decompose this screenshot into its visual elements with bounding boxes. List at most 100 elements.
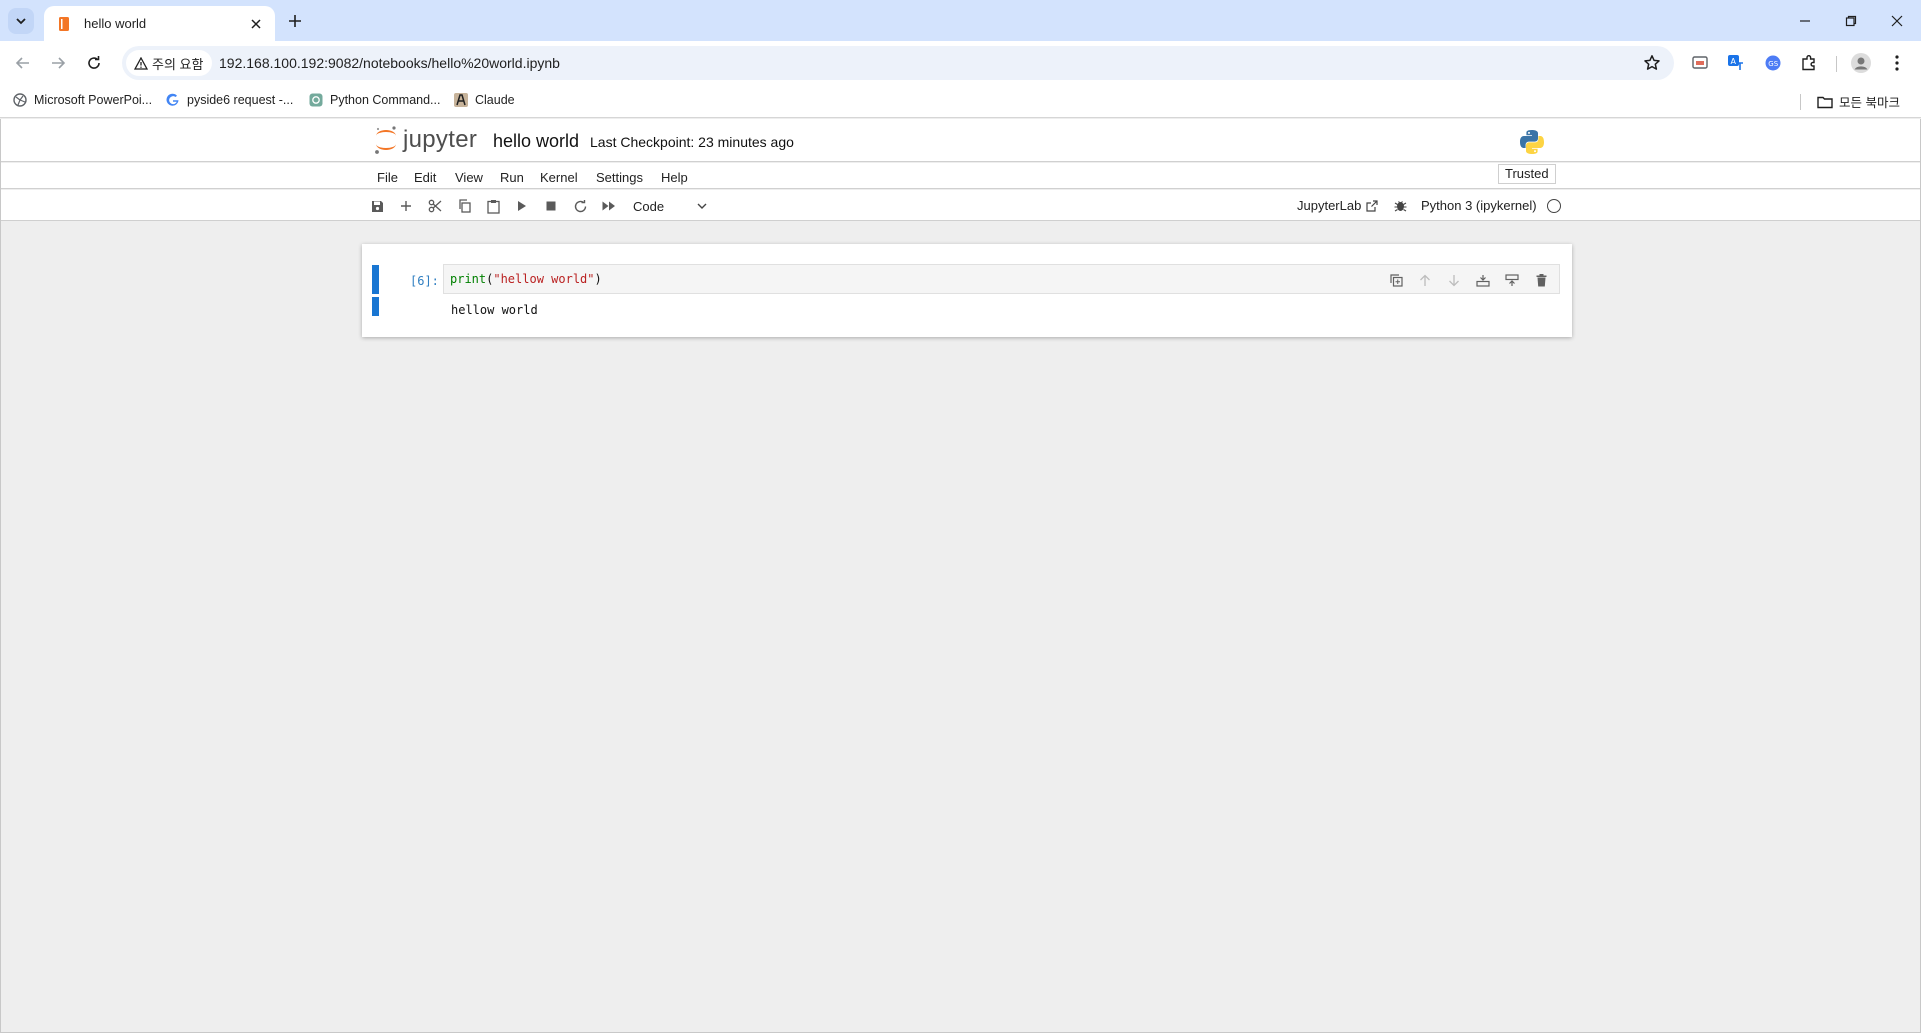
cast-icon: [1692, 56, 1708, 69]
code-string: "hellow world": [493, 272, 595, 286]
stop-icon: [546, 201, 556, 211]
jupyter-logo[interactable]: jupyter: [373, 124, 477, 156]
open-jupyterlab-link[interactable]: JupyterLab: [1297, 198, 1378, 213]
output-collapse-bar[interactable]: [372, 297, 379, 316]
bookmark-item[interactable]: Python Command...: [308, 92, 440, 108]
debugger-bug-icon[interactable]: [1394, 199, 1407, 212]
globe-extension-button[interactable]: GS: [1761, 51, 1785, 75]
trash-icon: [1536, 273, 1546, 286]
security-chip[interactable]: 주의 요함: [126, 50, 213, 76]
minimize-icon: [1800, 19, 1810, 22]
kernel-name[interactable]: Python 3 (ipykernel): [1421, 198, 1537, 213]
duplicate-cell-button[interactable]: [1386, 270, 1406, 290]
minimize-button[interactable]: [1782, 0, 1828, 41]
tab-title: hello world: [84, 16, 147, 31]
claude-icon: [453, 92, 469, 108]
tab-search-button[interactable]: [8, 8, 34, 34]
external-link-icon: [1366, 199, 1378, 212]
paste-button[interactable]: [483, 196, 503, 216]
kebab-menu-icon: [1895, 55, 1899, 71]
security-label: 주의 요함: [152, 56, 204, 72]
chatgpt-icon: [308, 92, 324, 108]
restart-icon: [574, 199, 586, 212]
execution-count-prompt: [6]:: [410, 274, 439, 288]
url-text[interactable]: 192.168.100.192:9082/notebooks/hello%20w…: [219, 55, 560, 71]
all-bookmarks-label: 모든 북마크: [1839, 96, 1900, 110]
arrow-right-icon: [52, 57, 66, 69]
menu-settings[interactable]: Settings: [596, 170, 643, 185]
cell-toolbar: [1386, 270, 1551, 290]
bookmark-item[interactable]: pyside6 request -...: [165, 92, 293, 108]
code-line: print("hellow world"): [450, 272, 602, 286]
menu-file[interactable]: File: [377, 170, 398, 185]
run-button[interactable]: [512, 196, 532, 216]
notebook-title[interactable]: hello world: [493, 131, 579, 152]
svg-text:GS: GS: [1768, 60, 1778, 68]
notebook-toolbar: Code JupyterLab Python 3 (ipykernel): [1, 190, 1920, 221]
forward-button[interactable]: [44, 49, 72, 77]
close-icon[interactable]: [247, 15, 265, 33]
menu-run[interactable]: Run: [500, 170, 524, 185]
fast-forward-icon: [602, 201, 615, 211]
address-bar[interactable]: 주의 요함 192.168.100.192:9082/notebooks/hel…: [122, 46, 1674, 80]
tab-active[interactable]: hello world: [44, 6, 275, 41]
bookmark-label: Python Command...: [330, 93, 441, 107]
bookmark-label: pyside6 request -...: [187, 93, 294, 107]
cell-selection-bar[interactable]: [372, 265, 379, 294]
all-bookmarks-button[interactable]: 모든 북마크: [1817, 92, 1900, 111]
restore-button[interactable]: [1828, 0, 1874, 41]
globe-icon: [12, 92, 28, 108]
cut-button[interactable]: [425, 196, 445, 216]
plus-icon: [401, 201, 411, 211]
bookmark-star-button[interactable]: [1642, 53, 1662, 73]
window-close-button[interactable]: [1874, 0, 1920, 41]
trusted-indicator[interactable]: Trusted: [1498, 164, 1556, 184]
code-paren-close: ): [594, 272, 602, 286]
bookmark-label: Claude: [475, 93, 515, 107]
cast-extension-button[interactable]: [1688, 51, 1712, 75]
bookmark-item[interactable]: Claude: [453, 92, 515, 108]
chrome-menu-button[interactable]: [1885, 51, 1909, 75]
bookmark-label: Microsoft PowerPoi...: [34, 93, 153, 107]
copy-button[interactable]: [454, 196, 474, 216]
back-button[interactable]: [9, 49, 37, 77]
insert-cell-above-button[interactable]: [1473, 270, 1493, 290]
delete-cell-button[interactable]: [1531, 270, 1551, 290]
kernel-status-idle-icon: [1547, 199, 1561, 213]
reload-button[interactable]: [80, 49, 108, 77]
new-tab-button[interactable]: [283, 9, 307, 33]
menu-kernel[interactable]: Kernel: [540, 170, 578, 185]
menu-help[interactable]: Help: [661, 170, 688, 185]
chevron-down-icon: [16, 18, 26, 25]
save-button[interactable]: [367, 196, 387, 216]
translate-icon: A: [1728, 55, 1743, 70]
profile-avatar[interactable]: [1849, 51, 1873, 75]
cell-type-value: Code: [633, 198, 665, 214]
interrupt-button[interactable]: [541, 196, 561, 216]
menu-edit[interactable]: Edit: [414, 170, 436, 185]
code-editor[interactable]: print("hellow world"): [443, 264, 1560, 294]
move-cell-down-button[interactable]: [1444, 270, 1464, 290]
insert-cell-below-button[interactable]: [1502, 270, 1522, 290]
globe-icon: GS: [1765, 55, 1781, 71]
arrow-down-icon: [1449, 274, 1459, 286]
restart-kernel-button[interactable]: [570, 196, 590, 216]
paste-icon: [486, 199, 500, 214]
move-cell-up-button[interactable]: [1415, 270, 1435, 290]
cell-type-select[interactable]: Code: [627, 195, 713, 217]
browser-toolbar: 주의 요함 192.168.100.192:9082/notebooks/hel…: [0, 41, 1921, 85]
last-checkpoint: Last Checkpoint: 23 minutes ago: [590, 134, 794, 150]
translate-extension-button[interactable]: A: [1724, 51, 1748, 75]
jupyter-logo-icon: [375, 126, 396, 154]
arrow-left-icon: [15, 57, 29, 69]
tab-strip: hello world: [0, 0, 1921, 41]
save-icon: [371, 200, 383, 212]
insert-cell-button[interactable]: [396, 196, 416, 216]
bookmarks-divider: [1800, 94, 1801, 110]
extensions-button[interactable]: [1797, 51, 1821, 75]
bookmark-item[interactable]: Microsoft PowerPoi...: [12, 92, 152, 108]
menu-view[interactable]: View: [455, 170, 483, 185]
restart-run-all-button[interactable]: [599, 196, 619, 216]
code-function: print: [450, 272, 487, 286]
notebook-header: jupyter hello world Last Checkpoint: 23 …: [1, 119, 1920, 162]
